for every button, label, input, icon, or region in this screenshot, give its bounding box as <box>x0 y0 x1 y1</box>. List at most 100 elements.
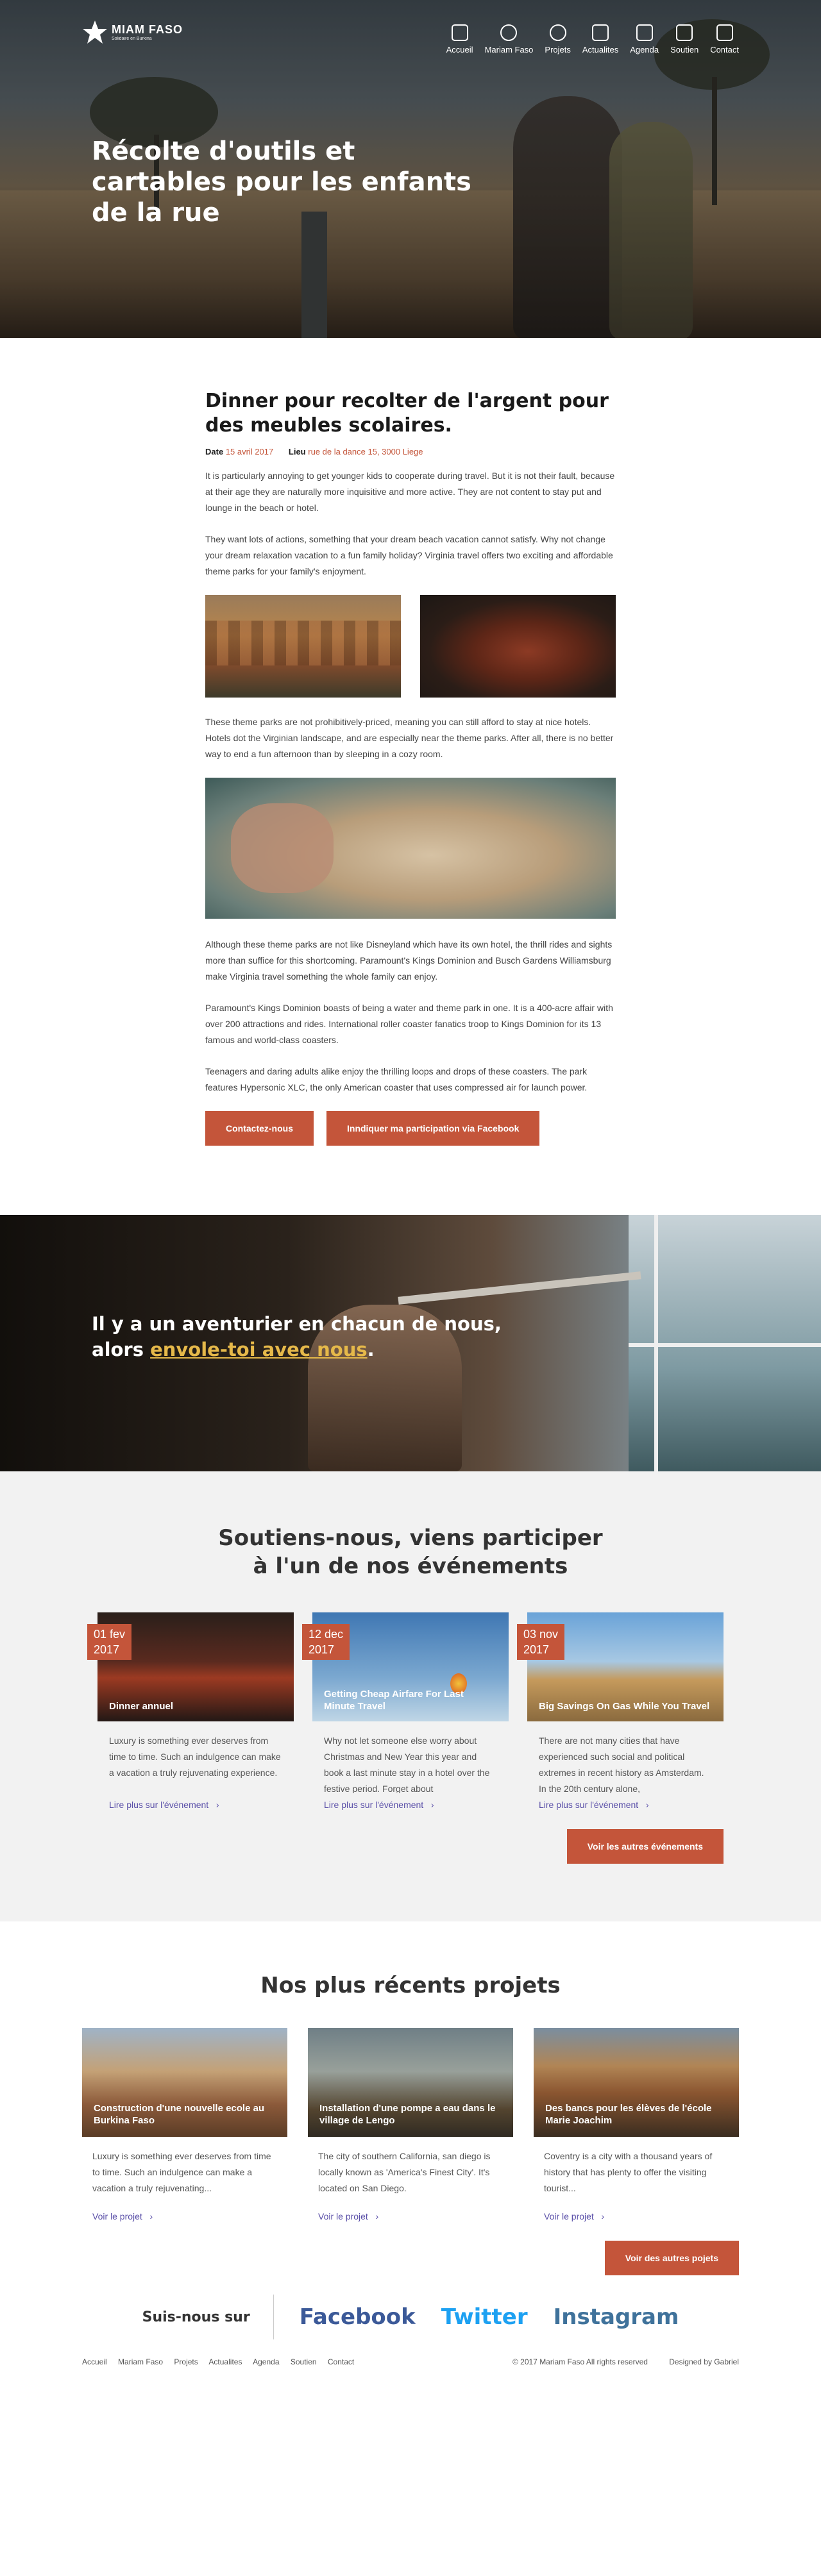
home-icon <box>451 24 468 41</box>
event-day: 01 fev <box>94 1628 126 1641</box>
event-title: Big Savings On Gas While You Travel <box>539 1701 710 1712</box>
event-title: Getting Cheap Airfare For Last Minute Tr… <box>324 1689 464 1712</box>
footer-link-accueil[interactable]: Accueil <box>82 2357 107 2366</box>
school-photo <box>205 595 401 698</box>
document-icon <box>592 24 609 41</box>
project-description: Coventry is a city with a thousand years… <box>544 2151 713 2193</box>
nav-item-agenda[interactable]: Agenda <box>630 24 659 54</box>
footer-link-mariam-faso[interactable]: Mariam Faso <box>118 2357 163 2366</box>
twitter-link[interactable]: Twitter <box>441 2304 528 2330</box>
event-year: 2017 <box>523 1643 550 1656</box>
event-day: 12 dec <box>309 1628 344 1641</box>
events-title: Soutiens-nous, viens participer à l'un d… <box>0 1524 821 1580</box>
calendar-icon <box>636 24 653 41</box>
quote-suffix: . <box>367 1339 375 1360</box>
nav-label: Projets <box>545 45 571 54</box>
chevron-right-icon: › <box>370 2211 379 2221</box>
project-title: Construction d'une nouvelle ecole au Bur… <box>94 2103 265 2126</box>
article-paragraph: These theme parks are not prohibitively-… <box>205 717 614 759</box>
copyright: © 2017 Mariam Faso All rights reserved <box>512 2357 648 2366</box>
footer-link-soutien[interactable]: Soutien <box>291 2357 317 2366</box>
instagram-link[interactable]: Instagram <box>554 2304 679 2330</box>
other-projects-button[interactable]: Voir des autres pojets <box>604 2241 739 2275</box>
logo-tagline: Solidaire en Burkina <box>112 37 152 41</box>
facebook-participation-button[interactable]: Inndiquer ma participation via Facebook <box>326 1111 540 1146</box>
top-navigation: MIAM FASO Solidaire en Burkina Accueil M… <box>0 0 821 71</box>
article-paragraph: Although these theme parks are not like … <box>205 939 613 982</box>
event-thumbnail: 03 nov 2017 Big Savings On Gas While You… <box>517 1612 724 1721</box>
telescope-shape <box>398 1271 641 1305</box>
footer-link-actualites[interactable]: Actualites <box>208 2357 242 2366</box>
project-link-label: Voir le projet <box>92 2211 142 2221</box>
nav-item-soutien[interactable]: Soutien <box>670 24 698 54</box>
article-image-row <box>205 595 616 698</box>
project-link-label: Voir le projet <box>318 2211 368 2221</box>
project-link[interactable]: Voir le projet › <box>82 2205 287 2221</box>
event-description: Luxury is something ever deserves from t… <box>109 1735 281 1778</box>
quote-prefix: alors <box>92 1339 151 1360</box>
footer-link-projets[interactable]: Projets <box>174 2357 198 2366</box>
event-read-more-link[interactable]: Lire plus sur l'événement › <box>97 1793 294 1810</box>
article-paragraph: It is particularly annoying to get young… <box>205 471 615 513</box>
place-label: Lieu <box>288 447 306 456</box>
project-thumbnail: Installation d'une pompe a eau dans le v… <box>308 2028 513 2137</box>
nav-item-contact[interactable]: Contact <box>710 24 739 54</box>
project-description: Luxury is something ever deserves from t… <box>92 2151 271 2193</box>
article: Dinner pour recolter de l'argent pour de… <box>205 338 616 1146</box>
footer-links: Accueil Mariam Faso Projets Actualites A… <box>82 2357 363 2366</box>
event-card[interactable]: 03 nov 2017 Big Savings On Gas While You… <box>517 1612 724 1810</box>
other-events-button[interactable]: Voir les autres événements <box>566 1829 724 1864</box>
project-thumbnail: Des bancs pour les élèves de l'école Mar… <box>534 2028 739 2137</box>
read-more-label: Lire plus sur l'événement <box>539 1800 639 1810</box>
quote-link[interactable]: envole-toi avec nous <box>150 1339 368 1360</box>
event-read-more-link[interactable]: Lire plus sur l'événement › <box>312 1793 509 1810</box>
chevron-right-icon: › <box>211 1800 219 1810</box>
nav-item-actualites[interactable]: Actualites <box>582 24 618 54</box>
social-links: Suis-nous sur Facebook Twitter Instagram <box>0 2295 821 2339</box>
window-shape <box>629 1215 821 1471</box>
event-date-badge: 03 nov 2017 <box>517 1624 565 1660</box>
footer-credits: © 2017 Mariam Faso All rights reserved D… <box>493 2357 739 2366</box>
project-link[interactable]: Voir le projet › <box>308 2205 513 2221</box>
event-card[interactable]: 12 dec 2017 Getting Cheap Airfare For La… <box>302 1612 509 1810</box>
map-photo <box>205 778 616 919</box>
nav-item-projets[interactable]: Projets <box>545 24 571 54</box>
project-card[interactable]: Installation d'une pompe a eau dans le v… <box>308 2028 513 2221</box>
event-year: 2017 <box>94 1643 120 1656</box>
event-read-more-link[interactable]: Lire plus sur l'événement › <box>527 1793 724 1810</box>
events-section: Soutiens-nous, viens participer à l'un d… <box>0 1471 821 1921</box>
nav-item-accueil[interactable]: Accueil <box>446 24 473 54</box>
nav-label: Actualites <box>582 45 619 54</box>
project-link[interactable]: Voir le projet › <box>534 2205 739 2221</box>
footer-link-contact[interactable]: Contact <box>328 2357 354 2366</box>
hero-title: Récolte d'outils et cartables pour les e… <box>92 137 471 228</box>
designer-credit: Designed by Gabriel <box>669 2357 739 2366</box>
event-card[interactable]: 01 fev 2017 Dinner annuel Luxury is some… <box>87 1612 294 1810</box>
event-thumbnail: 01 fev 2017 Dinner annuel <box>87 1612 294 1721</box>
contact-button[interactable]: Contactez-nous <box>205 1111 314 1146</box>
footer-link-agenda[interactable]: Agenda <box>253 2357 279 2366</box>
nav-label: Contact <box>710 45 739 54</box>
article-actions: Contactez-nous Inndiquer ma participatio… <box>205 1111 616 1146</box>
date-value: 15 avril 2017 <box>225 447 274 456</box>
nav-item-mariam-faso[interactable]: Mariam Faso <box>485 24 533 54</box>
mail-icon <box>716 24 733 41</box>
event-year: 2017 <box>309 1643 335 1656</box>
star-logo-icon <box>83 21 107 44</box>
event-date-badge: 12 dec 2017 <box>302 1624 350 1660</box>
project-card[interactable]: Des bancs pour les élèves de l'école Mar… <box>534 2028 739 2221</box>
chevron-right-icon: › <box>596 2211 605 2221</box>
project-card[interactable]: Construction d'une nouvelle ecole au Bur… <box>82 2028 287 2221</box>
chevron-right-icon: › <box>426 1800 434 1810</box>
chevron-right-icon: › <box>144 2211 153 2221</box>
article-meta: Date 15 avril 2017 Lieu rue de la dance … <box>205 447 616 456</box>
projects-title: Nos plus récents projets <box>260 1973 561 1998</box>
event-cards: 01 fev 2017 Dinner annuel Luxury is some… <box>87 1612 724 1810</box>
projects-button-row: Voir des autres pojets <box>82 2241 739 2275</box>
nav-label: Accueil <box>446 45 473 54</box>
logo-name: MIAM FASO <box>112 23 183 36</box>
facebook-link[interactable]: Facebook <box>300 2304 416 2330</box>
site-logo[interactable]: MIAM FASO Solidaire en Burkina <box>82 19 183 45</box>
article-title: Dinner pour recolter de l'argent pour de… <box>205 390 609 437</box>
place-value: rue de la dance 15, 3000 Liege <box>308 447 423 456</box>
